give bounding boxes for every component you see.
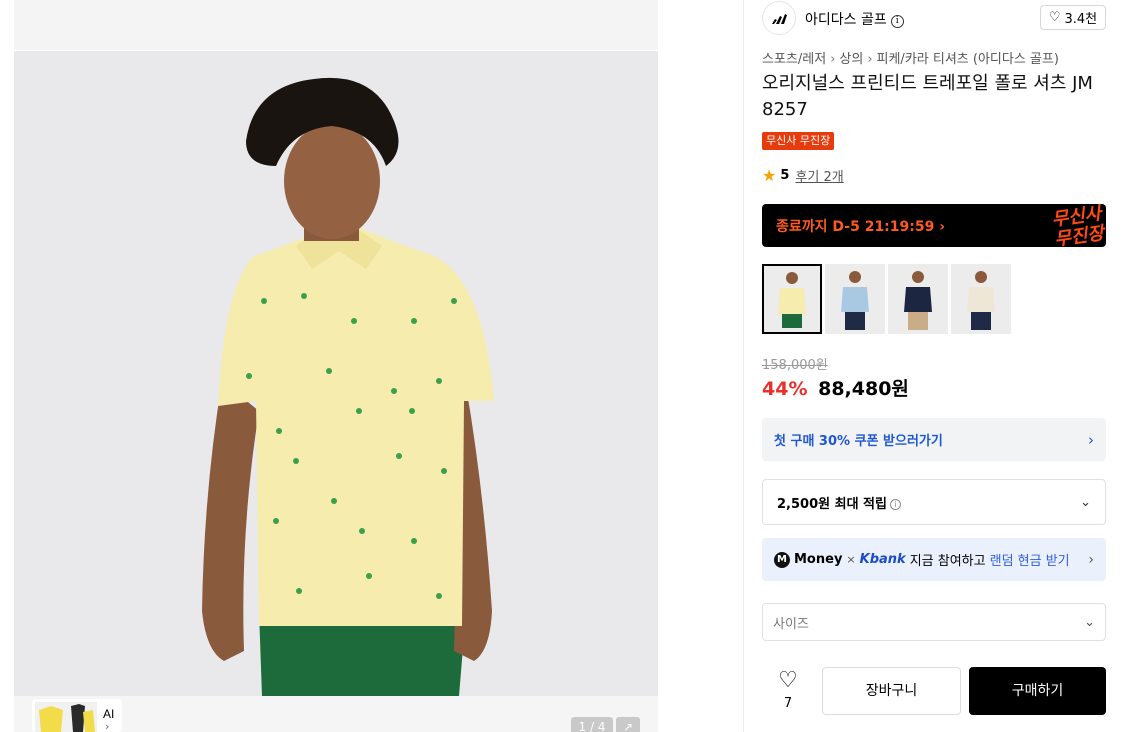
chevron-right-icon: › bbox=[1088, 430, 1094, 449]
ai-style-button[interactable]: AI › bbox=[32, 699, 122, 732]
heart-icon: ♡ bbox=[778, 668, 798, 693]
product-gallery: AI › 1 / 4 ↗ bbox=[0, 0, 744, 732]
star-icon: ★ bbox=[762, 166, 777, 185]
price-row: 44% 88,480원 bbox=[762, 374, 909, 401]
ai-thumbnail-image bbox=[35, 702, 97, 732]
brand-like-button[interactable]: ♡ 3.4천 bbox=[1040, 5, 1106, 30]
kbank-text: 지금 참여하고 bbox=[909, 554, 986, 569]
points-label: 2,500원 최대 적립 bbox=[777, 496, 887, 512]
model-photo bbox=[202, 77, 494, 696]
brand-name[interactable]: 아디다스 골프 i bbox=[805, 9, 904, 29]
brand-row: 아디다스 골프 i ♡ 3.4천 bbox=[762, 0, 1106, 36]
info-icon[interactable]: i bbox=[890, 15, 904, 28]
kbank-promo-banner[interactable]: M Money × Kbank 지금 참여하고 랜덤 현금 받기 › bbox=[762, 538, 1106, 581]
thumbnail-cream[interactable] bbox=[951, 264, 1011, 334]
discount-rate: 44% bbox=[762, 378, 808, 400]
breadcrumb: 스포츠/레저 › 상의 › 피케/카라 티셔츠 (아디다스 골프) bbox=[762, 48, 1059, 67]
wishlist-count: 7 bbox=[783, 696, 793, 711]
size-placeholder: 사이즈 bbox=[773, 616, 809, 632]
breadcrumb-item[interactable]: 피케/카라 티셔츠 (아디다스 골프) bbox=[877, 52, 1059, 67]
chevron-right-icon: › bbox=[1088, 551, 1094, 568]
thumbnail-image bbox=[951, 264, 1011, 334]
points-accordion[interactable]: 2,500원 최대 적립 i ⌄ bbox=[762, 479, 1106, 525]
breadcrumb-item[interactable]: 스포츠/레저 bbox=[762, 52, 826, 67]
times-icon: × bbox=[846, 553, 856, 566]
thumbnail-navy[interactable] bbox=[888, 264, 948, 334]
chevron-right-icon: › bbox=[830, 52, 836, 67]
adidas-logo-icon bbox=[772, 14, 787, 24]
kbank-highlight: 랜덤 현금 받기 bbox=[989, 554, 1070, 569]
chevron-right-icon: › bbox=[867, 52, 873, 67]
original-price: 158,000원 bbox=[762, 358, 828, 373]
heart-icon: ♡ bbox=[1048, 10, 1061, 25]
image-counter: 1 / 4 bbox=[571, 717, 613, 732]
coupon-label: 첫 구매 30% 쿠폰 받으러가기 bbox=[774, 434, 943, 449]
money-label: Money bbox=[794, 552, 843, 567]
countdown-text: 종료까지 D-5 21:19:59 › bbox=[776, 219, 945, 235]
final-price: 88,480원 bbox=[818, 378, 909, 400]
review-link[interactable]: 후기 2개 bbox=[795, 166, 843, 185]
chevron-right-icon: › bbox=[105, 720, 110, 732]
kbank-logo: Kbank bbox=[859, 552, 906, 567]
thumbnail-image bbox=[764, 266, 820, 332]
brand-like-count: 3.4천 bbox=[1064, 12, 1098, 27]
thumbnail-lightblue[interactable] bbox=[825, 264, 885, 334]
brand-name-text: 아디다스 골프 bbox=[805, 12, 887, 28]
rating-score: 5 bbox=[780, 168, 790, 183]
sale-countdown-banner[interactable]: 종료까지 D-5 21:19:59 › 무신사 무진장 bbox=[762, 204, 1106, 247]
musinsa-mujinjang-logo: 무신사 무진장 bbox=[1051, 204, 1106, 247]
thumbnail-yellow[interactable] bbox=[762, 264, 822, 334]
chevron-down-icon: ⌄ bbox=[1080, 494, 1091, 510]
chevron-down-icon: ⌄ bbox=[1084, 614, 1095, 630]
ai-label: AI bbox=[103, 707, 115, 721]
thumbnail-strip bbox=[762, 264, 1011, 334]
thumbnail-image bbox=[888, 264, 948, 334]
rating-row: ★ 5 후기 2개 bbox=[762, 166, 844, 185]
money-logo-icon: M bbox=[774, 551, 790, 568]
first-purchase-coupon-button[interactable]: 첫 구매 30% 쿠폰 받으러가기 › bbox=[762, 418, 1106, 461]
breadcrumb-item[interactable]: 상의 bbox=[839, 52, 863, 67]
buy-now-button[interactable]: 구매하기 bbox=[969, 667, 1106, 715]
product-info-panel: 아디다스 골프 i ♡ 3.4천 스포츠/레저 › 상의 › 피케/카라 티셔츠 (아디다… bbox=[744, 0, 1125, 732]
thumbnail-image bbox=[825, 264, 885, 334]
main-product-image[interactable] bbox=[14, 51, 658, 696]
size-select[interactable]: 사이즈 ⌄ bbox=[762, 603, 1106, 641]
expand-icon[interactable]: ↗ bbox=[616, 717, 640, 732]
brand-logo[interactable] bbox=[762, 1, 796, 35]
add-to-cart-button[interactable]: 장바구니 bbox=[822, 667, 961, 715]
product-title: 오리지널스 프린티드 트레포일 폴로 셔츠 JM 8257 bbox=[762, 73, 1093, 120]
gallery-top-band bbox=[14, 0, 658, 50]
promo-badge: 무신사 무진장 bbox=[762, 132, 835, 150]
info-icon[interactable]: i bbox=[889, 498, 901, 510]
wishlist-button[interactable]: ♡ 7 bbox=[774, 668, 802, 712]
